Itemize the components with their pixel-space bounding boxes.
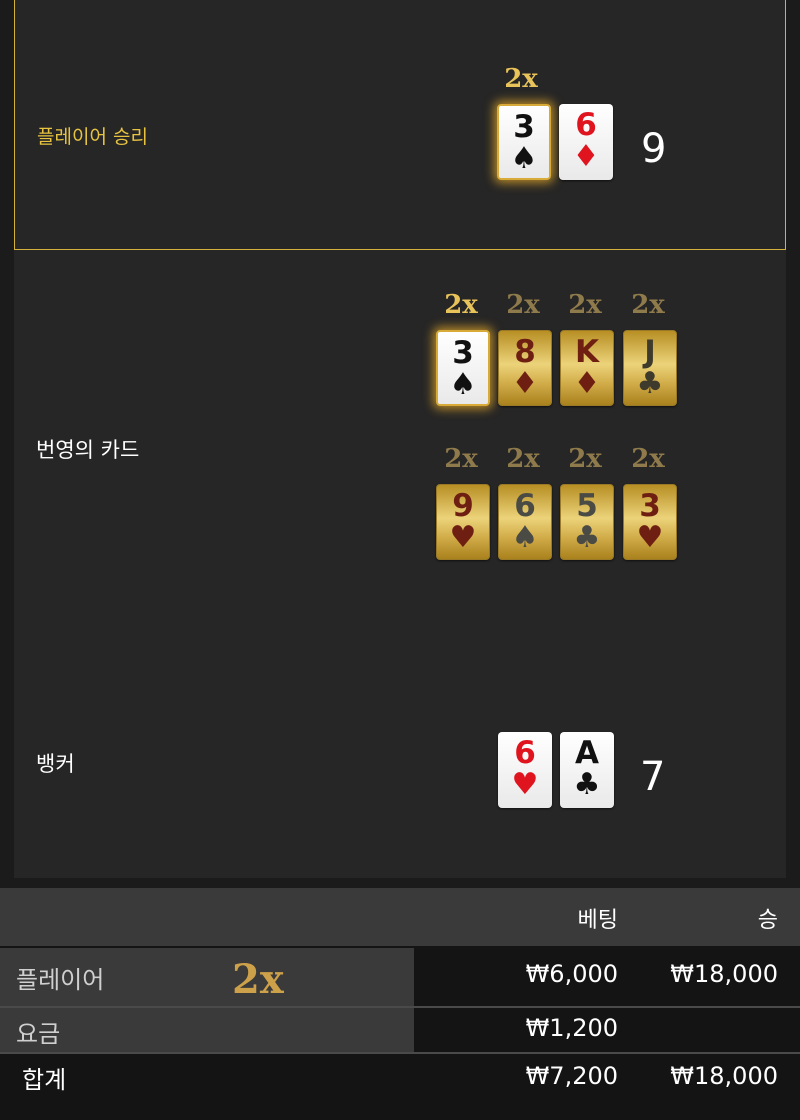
lucky-multiplier-8: 2x [631,444,665,474]
row-bet-value: ₩1,200 [525,1014,618,1042]
spade-icon: ♠ [449,367,477,402]
row-label: 요금 [16,1020,61,1048]
bet-column-header: 베팅 [577,908,618,933]
spade-icon: ♠ [510,141,538,176]
heart-icon: ♥ [449,520,477,555]
summary-row-player: 플레이어 2x ₩6,000 ₩18,000 [0,948,800,1006]
diamond-icon: ♦ [511,366,539,401]
lucky-card-2: 8 ♦ [498,330,552,406]
lucky-multiplier-4: 2x [631,290,665,320]
card-rank: 9 [452,488,474,524]
heart-icon: ♥ [511,767,539,802]
summary-header: 베팅 승 [0,888,800,946]
summary-row-total: 합계 ₩7,200 ₩18,000 [0,1054,800,1114]
lucky-card-1: 3 ♠ [436,330,490,406]
club-icon: ♣ [573,520,601,555]
player-score: 9 [641,126,667,172]
card-rank: A [575,735,599,771]
banker-card-1: 6 ♥ [498,732,552,808]
bet-summary-table: 베팅 승 플레이어 2x ₩6,000 ₩18,000 요금 ₩1,200 합계… [0,888,800,1120]
card-rank: 6 [514,488,536,524]
lucky-multiplier-7: 2x [568,444,602,474]
player-card-2: 6 ♦ [559,104,613,180]
card-rank: K [574,334,600,370]
club-icon: ♣ [573,767,601,802]
lucky-card-3: K ♦ [560,330,614,406]
card-rank: 3 [513,109,535,145]
lucky-multiplier-3: 2x [568,290,602,320]
lucky-card-6: 6 ♠ [498,484,552,560]
row-bet-value: ₩7,200 [525,1062,618,1090]
card-rank: 5 [576,488,598,524]
card-rank: 6 [514,735,536,771]
row-bet-value: ₩6,000 [525,960,618,988]
lucky-card-8: 3 ♥ [623,484,677,560]
lucky-multiplier-2: 2x [506,290,540,320]
lucky-card-4: J ♣ [623,330,677,406]
diamond-icon: ♦ [572,139,600,174]
row-win-value: ₩18,000 [670,1062,778,1090]
banker-score: 7 [640,754,666,800]
lucky-multiplier-1: 2x [444,290,478,320]
player-win-label: 플레이어 승리 [37,126,148,148]
lucky-card-7: 5 ♣ [560,484,614,560]
club-icon: ♣ [636,366,664,401]
player-card-multiplier: 2x [504,64,538,94]
card-rank: 8 [514,334,536,370]
row-label: 플레이어 [16,966,105,994]
player-result-panel: 플레이어 승리 2x 3 ♠ 6 ♦ 9 [14,0,786,250]
card-rank: 6 [575,107,597,143]
banker-label: 뱅커 [36,752,75,776]
card-rank: J [644,334,656,370]
lucky-cards-label: 번영의 카드 [36,438,140,462]
lucky-multiplier-5: 2x [444,444,478,474]
win-column-header: 승 [757,908,778,933]
banker-card-2: A ♣ [560,732,614,808]
spade-icon: ♠ [511,520,539,555]
card-rank: 3 [639,488,661,524]
player-payout-multiplier: 2x [232,956,284,1003]
player-card-1: 3 ♠ [497,104,551,180]
lucky-cards-panel: 번영의 카드 2x 2x 2x 2x 3 ♠ 8 ♦ K ♦ J ♣ 2x 2x… [14,250,786,670]
card-rank: 3 [452,335,474,371]
heart-icon: ♥ [636,520,664,555]
lucky-multiplier-6: 2x [506,444,540,474]
lucky-card-5: 9 ♥ [436,484,490,560]
banker-result-panel: 뱅커 6 ♥ A ♣ 7 [14,670,786,878]
diamond-icon: ♦ [573,366,601,401]
row-label: 합계 [22,1066,67,1094]
summary-row-fee: 요금 ₩1,200 [0,1008,800,1052]
row-win-value: ₩18,000 [670,960,778,988]
